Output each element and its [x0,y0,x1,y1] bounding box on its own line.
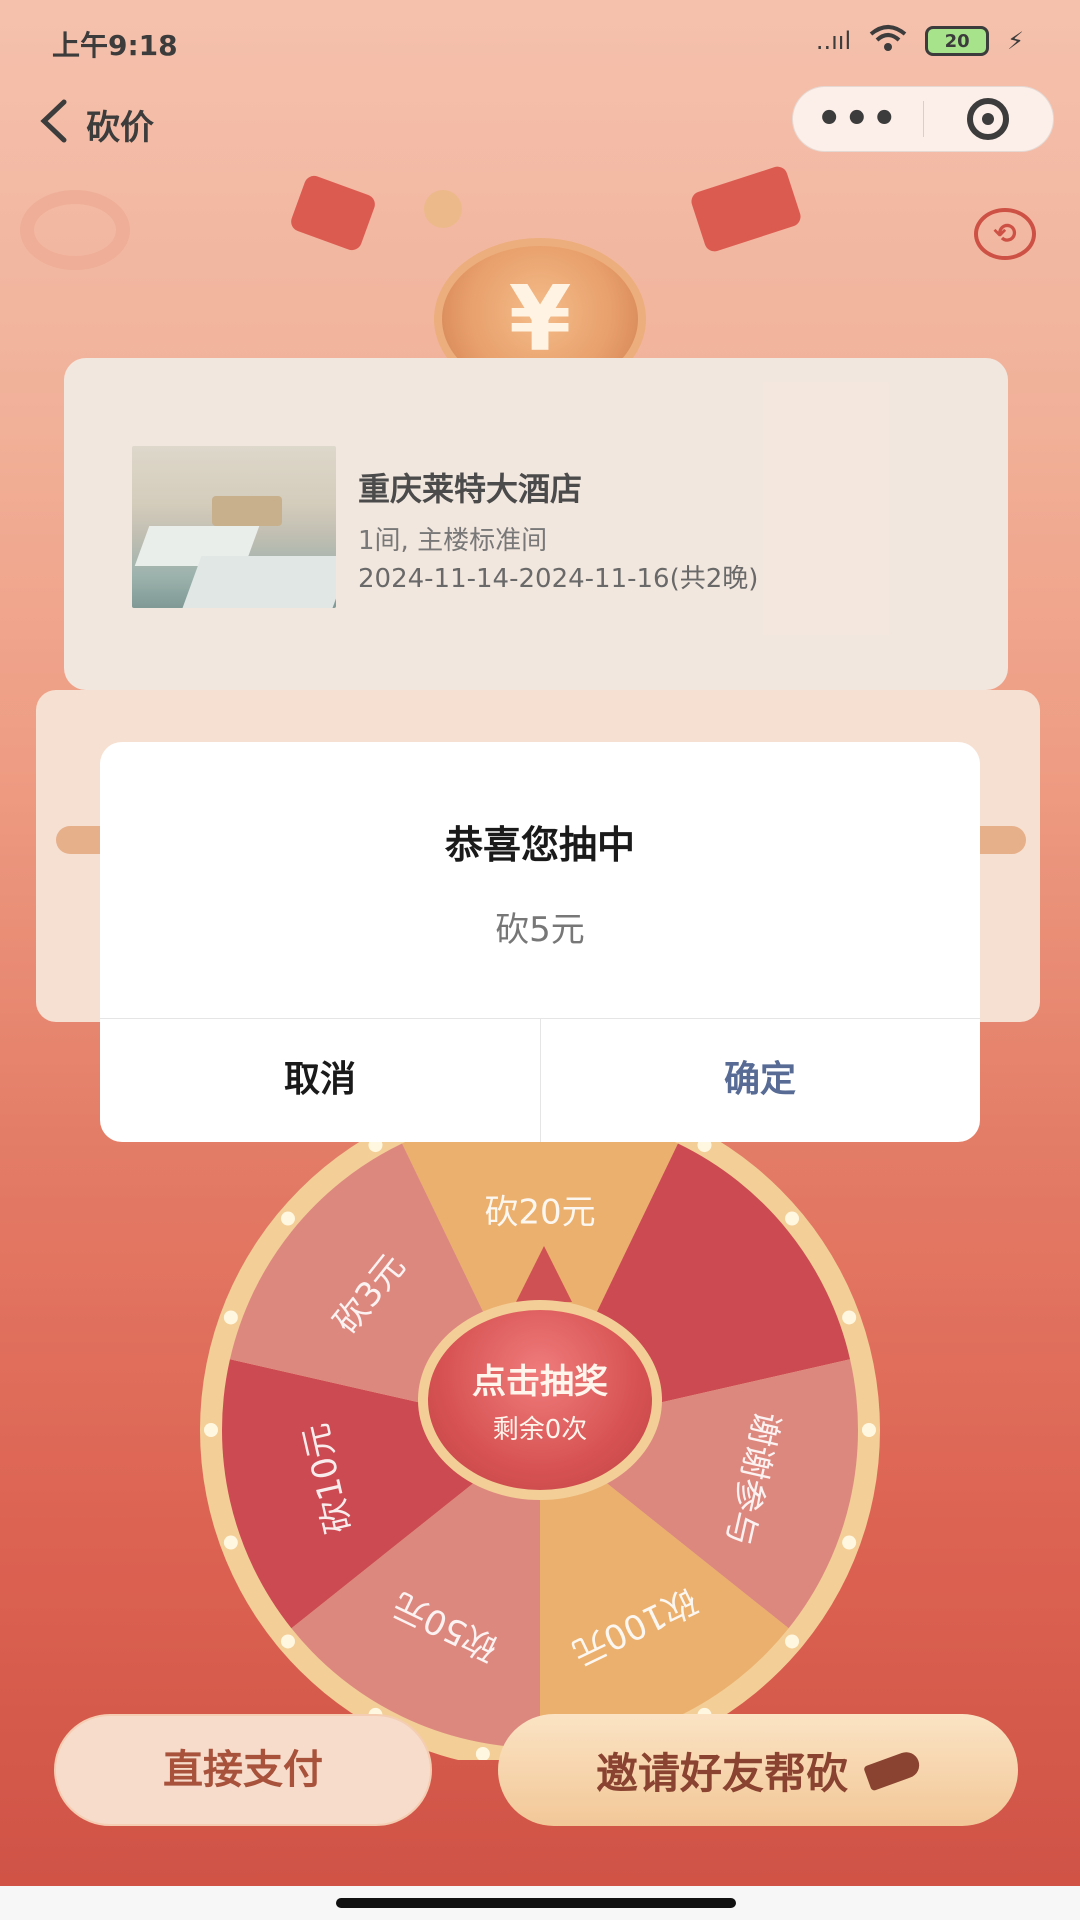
dialog-message: 砍5元 [495,910,585,950]
dialog-title: 恭喜您抽中 [444,823,635,867]
home-indicator[interactable] [336,1898,736,1908]
cancel-button[interactable]: 取消 [100,1018,540,1142]
confirm-button[interactable]: 确定 [540,1018,980,1142]
